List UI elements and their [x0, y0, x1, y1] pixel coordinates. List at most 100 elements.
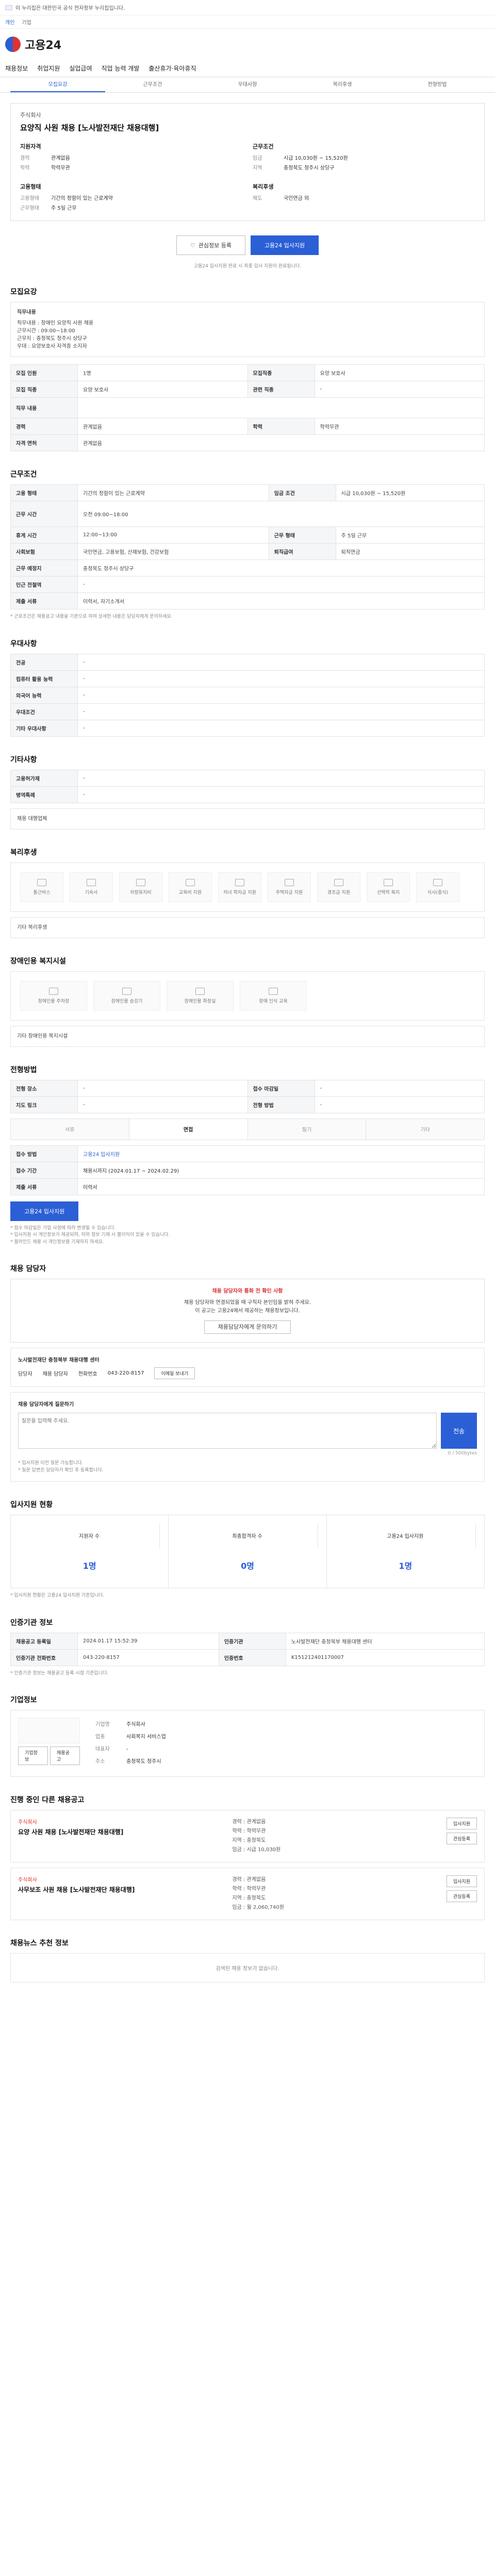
logo-icon[interactable] [5, 37, 21, 52]
step-document: 서류 [11, 1118, 129, 1140]
biz-box: 기업정보 채용공고 기업명 주식회사 업종 사회복지 서비스업 대표자 - 주소 충청북… [10, 1710, 485, 1777]
korea-flag-icon [5, 5, 12, 10]
job-card[interactable]: 주식회사 요양 사원 채용 [노사발전재단 채용대행] 경력 : 관계없음 학력 … [10, 1810, 485, 1862]
job-card-apply-button[interactable]: 입사지원 [446, 1818, 477, 1829]
gov-banner-text: 이 누리집은 대한민국 공식 전자정부 누리집입니다. [15, 6, 125, 11]
top-link-company[interactable]: 기업 [22, 18, 31, 26]
job-desc-label: 직무내용 [17, 310, 36, 315]
nav-item-leave[interactable]: 출산휴가·육아휴직 [148, 64, 196, 73]
conditions-table: 고용 형태 기간의 정함이 있는 근로계약 임금 조건 시급 10,030원 ~ 15… [10, 484, 485, 609]
th: 인근 전철역 [10, 576, 78, 593]
gift-icon [334, 878, 343, 886]
job-card[interactable]: 주식회사 사무보조 사원 채용 [노사발전재단 채용대행] 경력 : 관계없음 학… [10, 1868, 485, 1920]
logo-text[interactable]: 고용24 [25, 36, 61, 53]
biz-jobs-button[interactable]: 채용공고 [50, 1747, 80, 1765]
tab-welfare[interactable]: 복리후생 [295, 77, 390, 92]
th: 근무 형태 [268, 527, 336, 544]
contact-key: 담당자 [18, 1371, 32, 1377]
top-links: 개인 기업 [0, 15, 495, 29]
td: - [77, 653, 485, 671]
disability-box: 장애인용 주차장 장애인용 승강기 장애인용 화장실 장애 인식 교육 [10, 971, 485, 1021]
nav-item-support[interactable]: 취업지원 [37, 64, 60, 73]
th: 근무 예정지 [10, 560, 78, 577]
contact-phone: 043-220-8157 [107, 1370, 144, 1376]
kv-key: 주소 [95, 1759, 105, 1765]
welfare-label: 자녀 학자금 지원 [223, 890, 256, 895]
kv-key: 근무형태 [20, 206, 39, 211]
th: 경력 [10, 418, 78, 435]
inquiry-count: 0 / 500bytes [448, 1451, 477, 1456]
other-table: 고용허가제 - 병역특례 - [10, 769, 485, 803]
house-icon [285, 878, 294, 886]
tab-conditions[interactable]: 근무조건 [105, 77, 200, 92]
th: 임금 조건 [268, 484, 336, 501]
child-icon [235, 878, 244, 886]
kv-value: 주식회사 [126, 1722, 145, 1727]
inquiry-input[interactable] [18, 1413, 437, 1449]
inquiry-notes: * 입사지원 이전 질문 가능합니다. * 질문 답변은 담당자가 확인 후 등… [18, 1461, 104, 1473]
inquiry-send-button[interactable]: 전송 [441, 1413, 477, 1449]
nav-item-benefit[interactable]: 실업급여 [69, 64, 92, 73]
welfare-label: 경조금 지원 [327, 890, 351, 895]
disability-label: 장애인용 승강기 [111, 998, 143, 1004]
th: 학력 [247, 418, 315, 435]
job-card-title[interactable]: 사무보조 사원 채용 [노사발전재단 채용대행] [18, 1885, 222, 1894]
welfare-label: 선택적 복지 [376, 890, 400, 895]
section-method: 전형방법 [10, 1065, 37, 1074]
qualification-heading: 지원자격 [20, 143, 41, 150]
job-card-bookmark-button[interactable]: 관심등록 [446, 1833, 477, 1844]
kv-value: - [126, 1747, 128, 1752]
main-nav: 채용정보 취업지원 실업급여 직업 능력 개발 출산휴가·육아휴직 [0, 60, 495, 77]
welfare-other-label: 기타 복리후생 [17, 924, 47, 930]
top-link-individual[interactable]: 개인 [5, 18, 14, 26]
welfare-item: 경조금 지원 [317, 872, 360, 902]
td: 제출 서류 [10, 1178, 78, 1195]
job-card-title[interactable]: 요양 사원 채용 [노사발전재단 채용대행] [18, 1827, 222, 1836]
kv-value: 시급 10,030원 ~ 15,520원 [284, 156, 348, 161]
section-conditions: 근무조건 [10, 470, 37, 479]
bookmark-button[interactable]: ♡ 관심정보 등록 [176, 235, 245, 255]
disability-item: 장애인용 화장실 [167, 980, 234, 1011]
tab-preference[interactable]: 우대사항 [200, 77, 295, 92]
job-card-bookmark-button[interactable]: 관심등록 [446, 1890, 477, 1902]
kv-key: 기업명 [95, 1722, 110, 1727]
apply-button-2[interactable]: 고용24 입사지원 [10, 1201, 79, 1221]
nav-item-jobs[interactable]: 채용정보 [5, 64, 28, 73]
td: 주 5일 근무 [335, 527, 485, 544]
th: 자격 면허 [10, 434, 78, 451]
td: 관계없음 [77, 434, 485, 451]
stat: 최종합격자 수 0명 [169, 1515, 327, 1588]
tab-method[interactable]: 전형방법 [390, 77, 485, 92]
contact-box: 노사발전재단 충청북부 채용대행 센터 담당자 채용 담당자 전화번호 043-22… [10, 1348, 485, 1387]
tab-recruit[interactable]: 모집요강 [10, 77, 105, 92]
cert-table: 채용공고 등록일 2024.01.17 15:52:39 인증기관 노사발전재단 충청… [10, 1632, 485, 1666]
th: 외국어 능력 [10, 686, 78, 704]
apply-button[interactable]: 고용24 입사지원 [250, 235, 319, 255]
td: 기간의 정함이 있는 근로계약 [77, 484, 269, 501]
th: 우대조건 [10, 703, 78, 720]
email-button[interactable]: 이메일 보내기 [154, 1367, 195, 1379]
nav-item-training[interactable]: 직업 능력 개발 [102, 64, 140, 73]
kv-key: 대표자 [95, 1747, 110, 1752]
td[interactable]: 고용24 입사지원 [77, 1145, 485, 1162]
biz-info-button[interactable]: 기업정보 [18, 1747, 48, 1765]
kv-key: 고용형태 [20, 196, 39, 201]
td: 접수 기간 [10, 1161, 78, 1179]
parking-icon [49, 987, 58, 995]
method-steps: 서류 면접 필기 기타 [10, 1118, 485, 1140]
job-card-apply-button[interactable]: 입사지원 [446, 1875, 477, 1887]
contact-inquiry-button[interactable]: 채용담당자에게 문의하기 [204, 1320, 291, 1334]
section-contact: 채용 담당자 [10, 1265, 46, 1273]
section-similar: 진행 중인 다른 채용공고 [10, 1796, 85, 1804]
kv-value: 충청북도 청주시 상당구 [284, 165, 335, 171]
disability-item: 장애 인식 교육 [240, 980, 307, 1011]
contact-value: 채용 담당자 [42, 1371, 68, 1377]
welfare-item: 주택자금 지원 [268, 872, 311, 902]
company-name: 주식회사 [20, 112, 41, 118]
welfare-label: 차량유지비 [130, 890, 152, 895]
th: 지도 링크 [10, 1096, 78, 1113]
td: 12:00~13:00 [77, 527, 269, 544]
alert-title: 채용 담당자와 통화 전 확인 사항 [212, 1289, 283, 1294]
td: 퇴직연금 [335, 543, 485, 560]
kv-value: 국민연금 외 [284, 196, 309, 201]
